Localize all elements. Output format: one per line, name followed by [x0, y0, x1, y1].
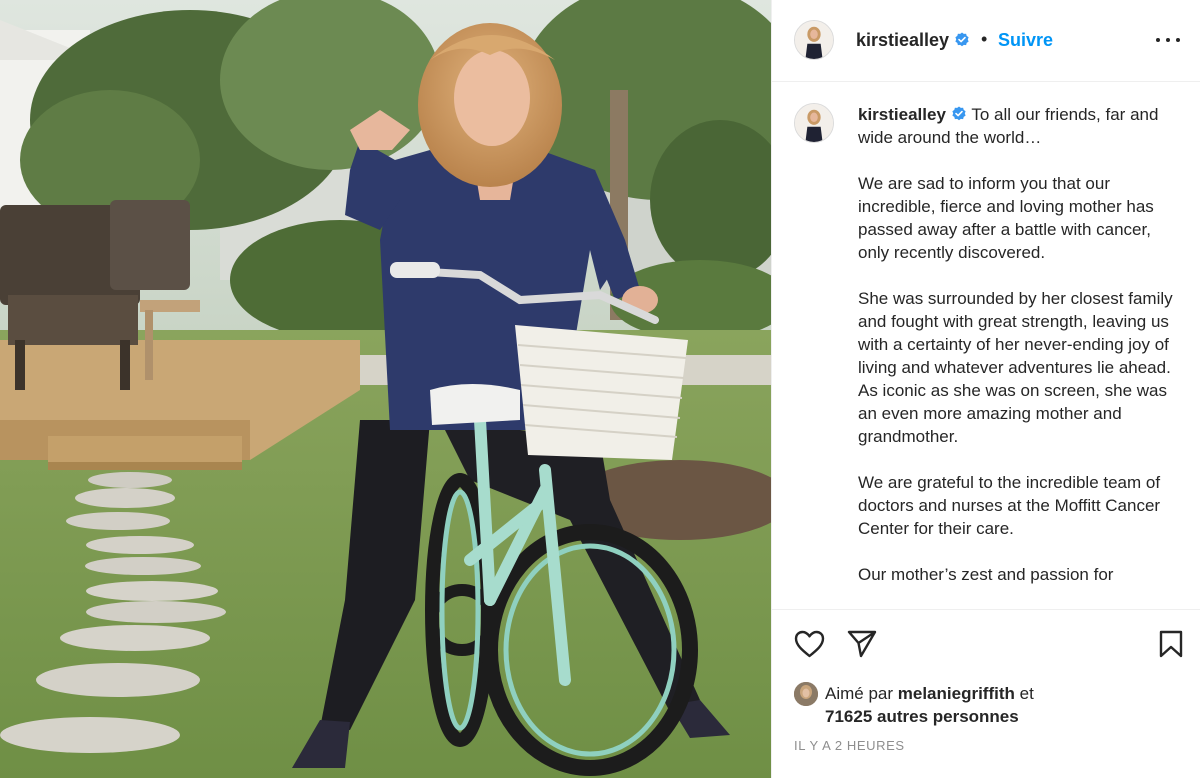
post-side-panel: kirstiealley • Suivre kirstiealley To al… — [771, 0, 1200, 778]
heart-icon[interactable] — [794, 630, 825, 658]
header-separator: • — [981, 29, 988, 49]
verified-badge-icon — [955, 32, 969, 47]
post-header: kirstiealley • Suivre — [772, 0, 1200, 82]
more-options-icon[interactable] — [1154, 28, 1182, 52]
author-username[interactable]: kirstiealley — [856, 30, 970, 51]
post-photo[interactable] — [0, 0, 771, 778]
caption-text: kirstiealley To all our friends, far and… — [858, 103, 1178, 608]
photo-illustration — [0, 0, 771, 778]
caption-paragraph: kirstiealley To all our friends, far and… — [858, 105, 1159, 147]
caption-paragraph: We are sad to inform you that our incred… — [858, 174, 1154, 262]
caption-paragraph: Our mother’s zest and passion for — [858, 565, 1114, 584]
others-count-link[interactable]: 71625 autres personnes — [825, 707, 1019, 727]
caption-paragraph: She was surrounded by her closest family… — [858, 289, 1173, 446]
caption-paragraph: We are grateful to the incredible team o… — [858, 473, 1161, 538]
caption-username[interactable]: kirstiealley — [858, 105, 967, 124]
bookmark-icon[interactable] — [1159, 630, 1183, 658]
liked-by-text: Aimé par melaniegriffith et — [825, 684, 1034, 703]
caption-area[interactable]: kirstiealley To all our friends, far and… — [772, 83, 1200, 608]
caption-author-avatar[interactable] — [794, 103, 834, 143]
post-timestamp[interactable]: IL Y A 2 HEURES — [794, 738, 905, 753]
liker-username[interactable]: melaniegriffith — [898, 684, 1015, 703]
paper-plane-icon[interactable] — [847, 630, 877, 658]
author-avatar[interactable] — [794, 20, 834, 60]
follow-button[interactable]: Suivre — [998, 30, 1053, 51]
post-actions: Aimé par melaniegriffith et 71625 autres… — [772, 609, 1200, 778]
liker-avatar[interactable] — [794, 682, 818, 706]
verified-badge-icon — [952, 106, 966, 121]
